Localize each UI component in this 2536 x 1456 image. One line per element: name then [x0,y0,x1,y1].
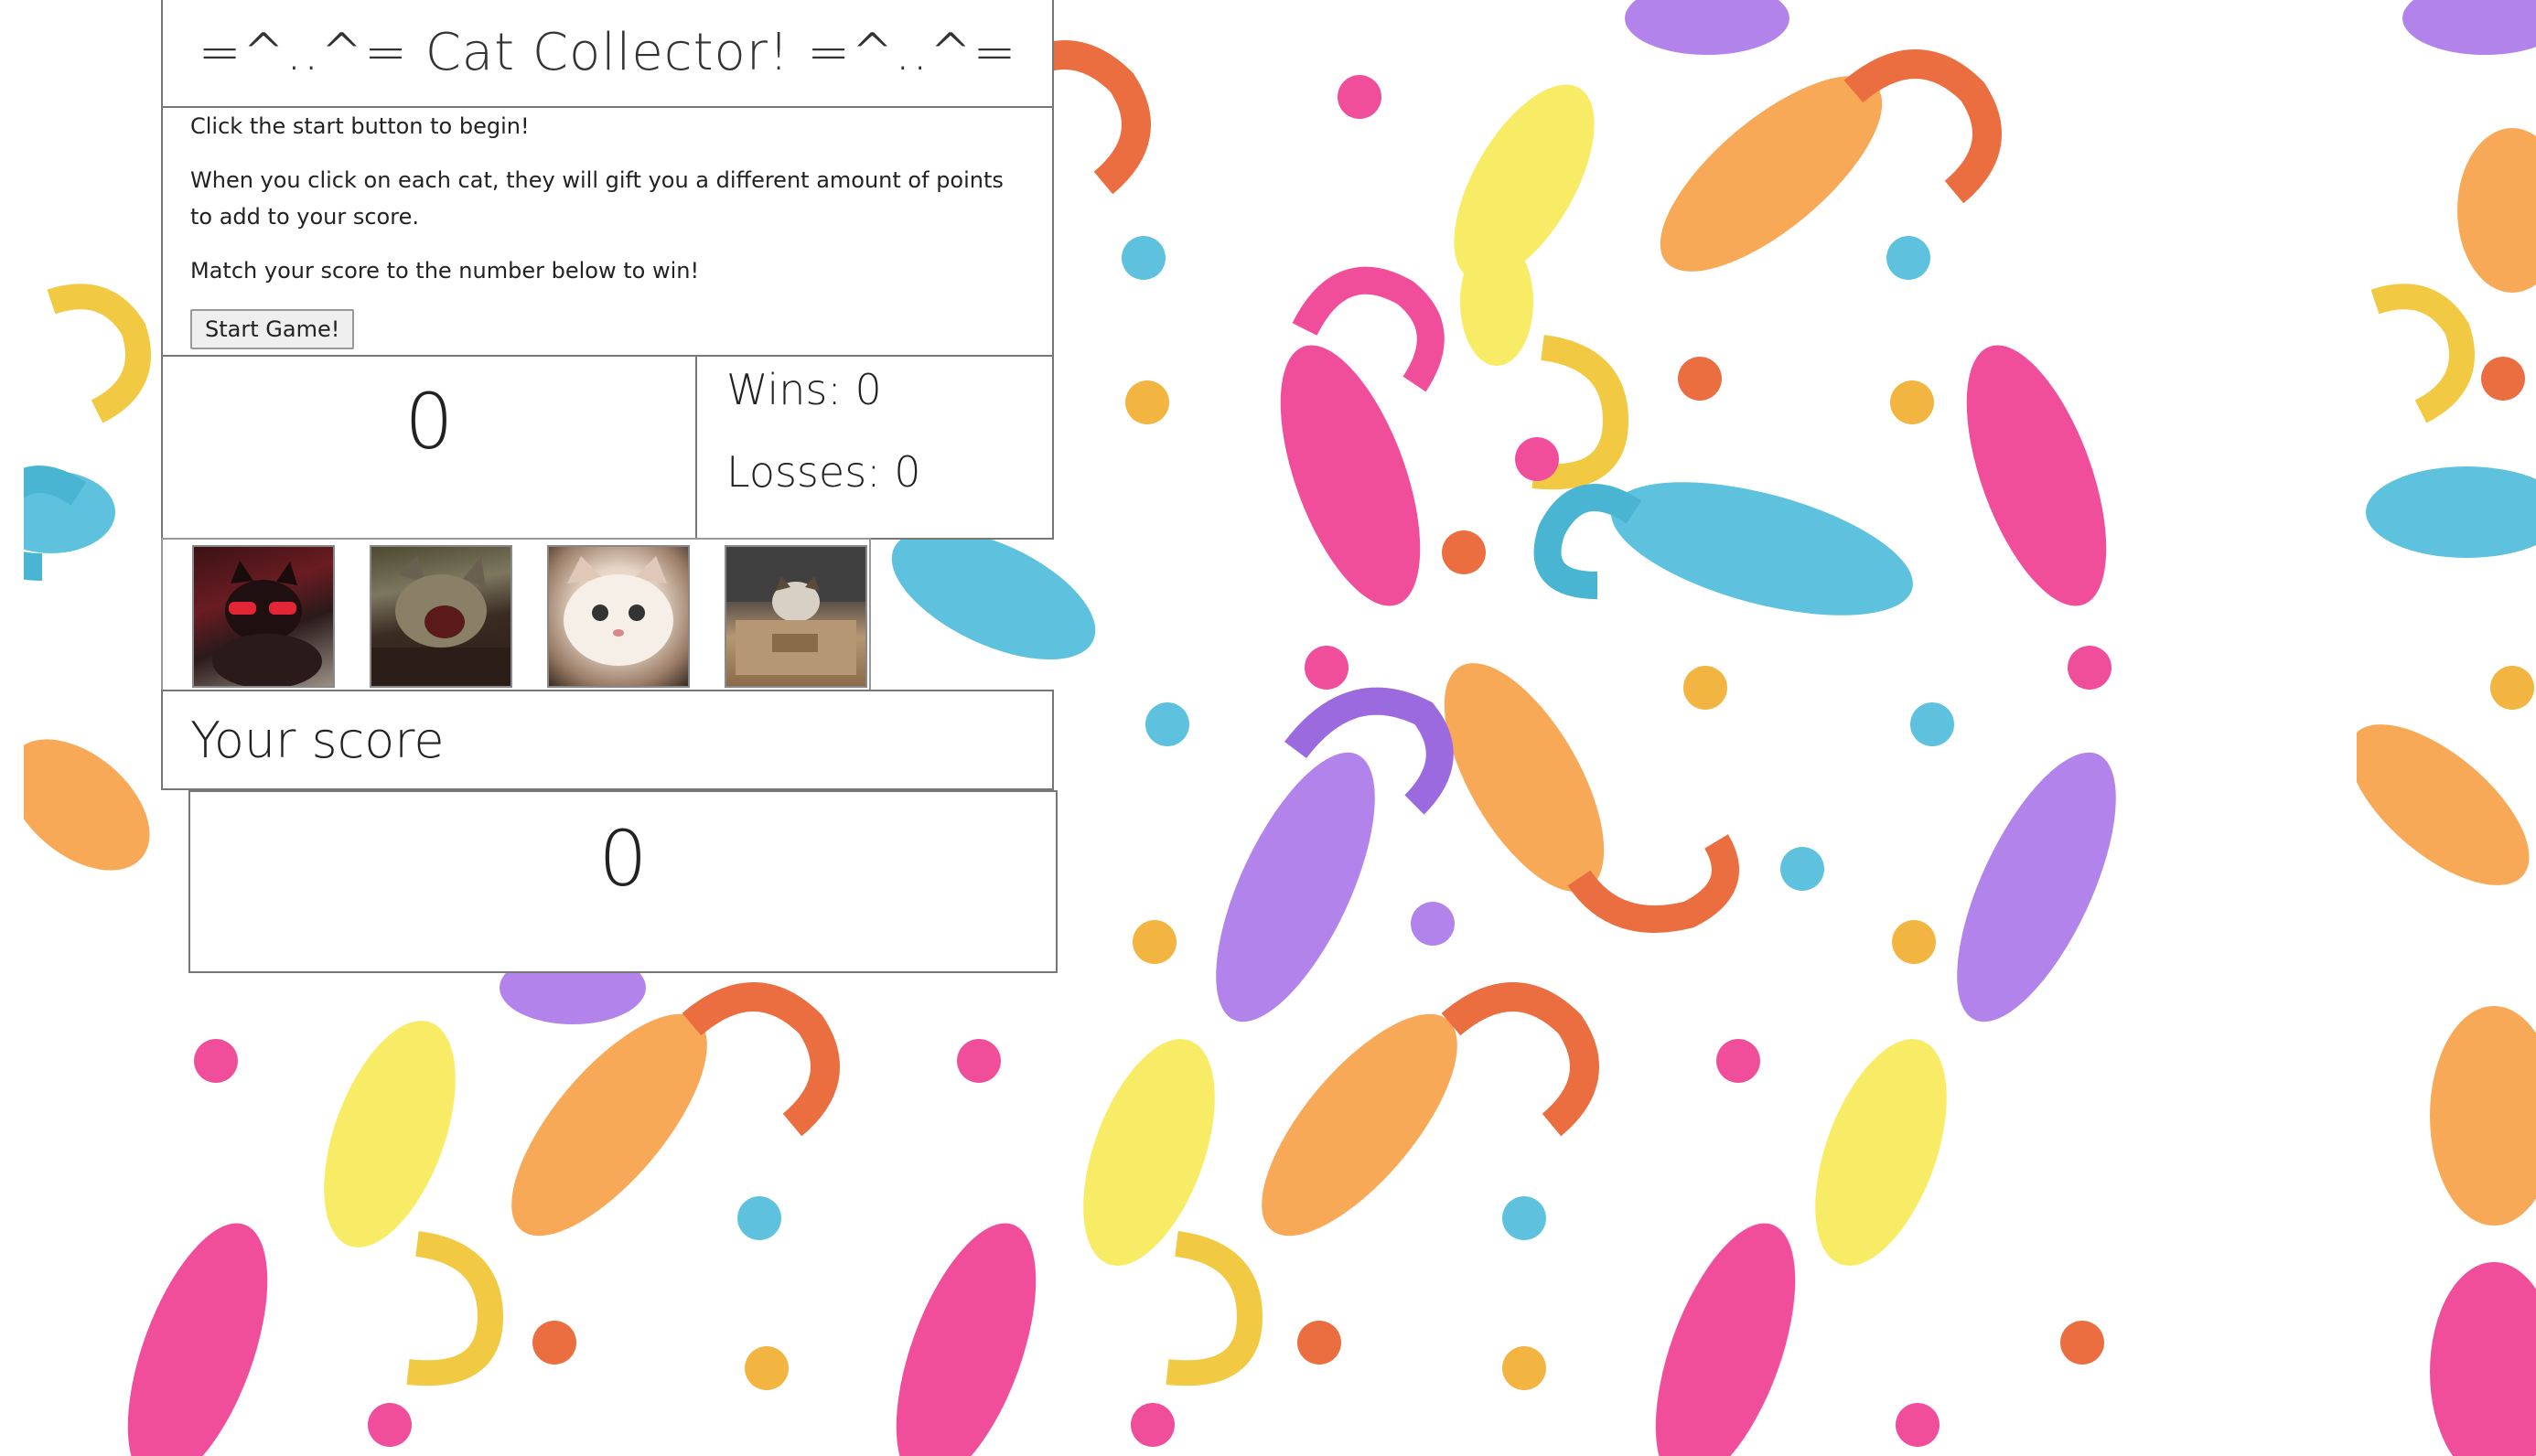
cat-buttons-row [161,538,871,691]
score-value: 0 [598,814,648,904]
wins-count: Wins: 0 [726,365,882,414]
cat-button-2[interactable] [370,545,512,688]
cat-button-1[interactable] [192,545,335,688]
cat-photo-in-box-icon [726,547,865,675]
target-number: 0 [404,377,454,466]
instruction-points: When you click on each cat, they will gi… [190,167,1004,230]
target-number-panel: 0 [161,355,697,540]
cat-photo-yawning-icon [371,556,510,686]
score-label: Your score [190,711,445,769]
score-label-panel: Your score [161,690,1054,790]
background-pattern-right [2357,0,2536,1456]
instruction-match: Match your score to the number below to … [190,258,700,284]
losses-count: Losses: 0 [726,447,921,497]
record-panel: Wins: 0 Losses: 0 [695,355,1054,540]
cat-photo-white-icon [564,556,673,666]
watercolor-cat-pattern [2357,0,2536,1456]
page-title: =^..^= Cat Collector! =^..^= [198,22,1017,82]
score-panel: 0 [188,790,1058,973]
page: =^..^= Cat Collector! =^..^= Click the s… [0,0,2536,1456]
instructions-panel: Click the start button to begin! When yo… [161,106,1054,357]
title-panel: =^..^= Cat Collector! =^..^= [161,0,1054,108]
instruction-start: Click the start button to begin! [190,113,530,139]
cat-button-3[interactable] [547,545,690,688]
cat-button-4[interactable] [725,545,867,688]
cat-photo-red-glasses-icon [212,561,322,686]
start-game-button[interactable]: Start Game! [190,309,355,349]
